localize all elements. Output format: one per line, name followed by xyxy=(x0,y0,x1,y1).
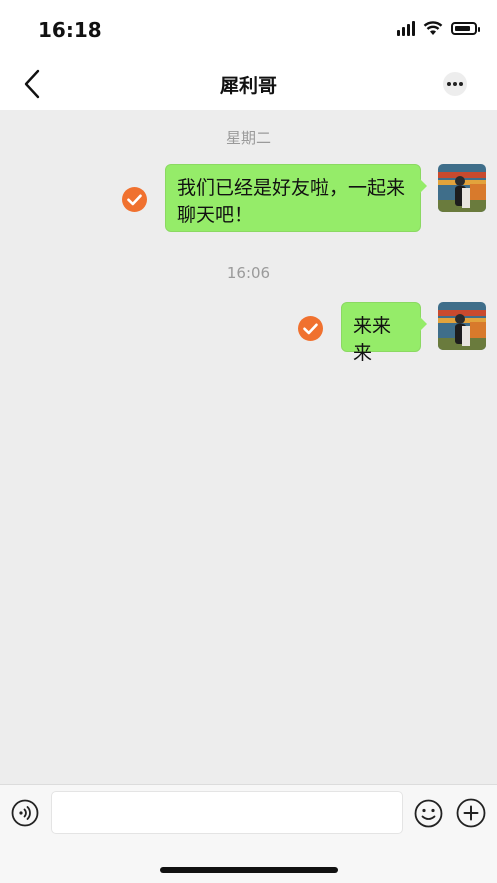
timestamp: 16:06 xyxy=(226,264,271,282)
message-text: 我们已经是好友啦，一起来 xyxy=(177,177,406,199)
avatar[interactable] xyxy=(438,302,486,350)
chat-area[interactable]: 星期二 我们已经是好友啦，一起来 聊天吧！ 16:06 来来来 xyxy=(0,110,497,784)
more-button[interactable] xyxy=(443,72,467,96)
emoji-icon xyxy=(414,799,443,828)
signal-icon xyxy=(397,20,415,36)
message-text: 来来来 xyxy=(353,315,392,364)
check-circle-icon xyxy=(298,316,323,341)
check-circle-icon xyxy=(122,187,147,212)
battery-icon xyxy=(451,21,480,35)
emoji-button[interactable] xyxy=(414,799,443,828)
plus-icon xyxy=(456,798,486,828)
voice-icon xyxy=(11,799,39,827)
message-bubble[interactable]: 来来来 xyxy=(341,302,427,364)
message-bubble[interactable]: 我们已经是好友啦，一起来 聊天吧！ xyxy=(165,164,427,232)
status-bar: 16:18 xyxy=(0,0,497,58)
status-icons xyxy=(397,20,480,36)
home-indicator[interactable] xyxy=(160,867,338,873)
avatar[interactable] xyxy=(438,164,486,212)
battery-level xyxy=(455,25,470,31)
message-text: 聊天吧！ xyxy=(177,204,254,226)
voice-button[interactable] xyxy=(11,799,39,827)
status-time: 16:18 xyxy=(38,18,102,42)
message-input[interactable] xyxy=(51,791,403,834)
timestamp: 星期二 xyxy=(225,129,271,147)
chat-title: 犀利哥 xyxy=(219,75,277,97)
plus-button[interactable] xyxy=(456,798,486,828)
more-dots-icon xyxy=(447,82,451,86)
nav-bar: 犀利哥 xyxy=(0,58,497,110)
wifi-icon xyxy=(423,21,443,35)
